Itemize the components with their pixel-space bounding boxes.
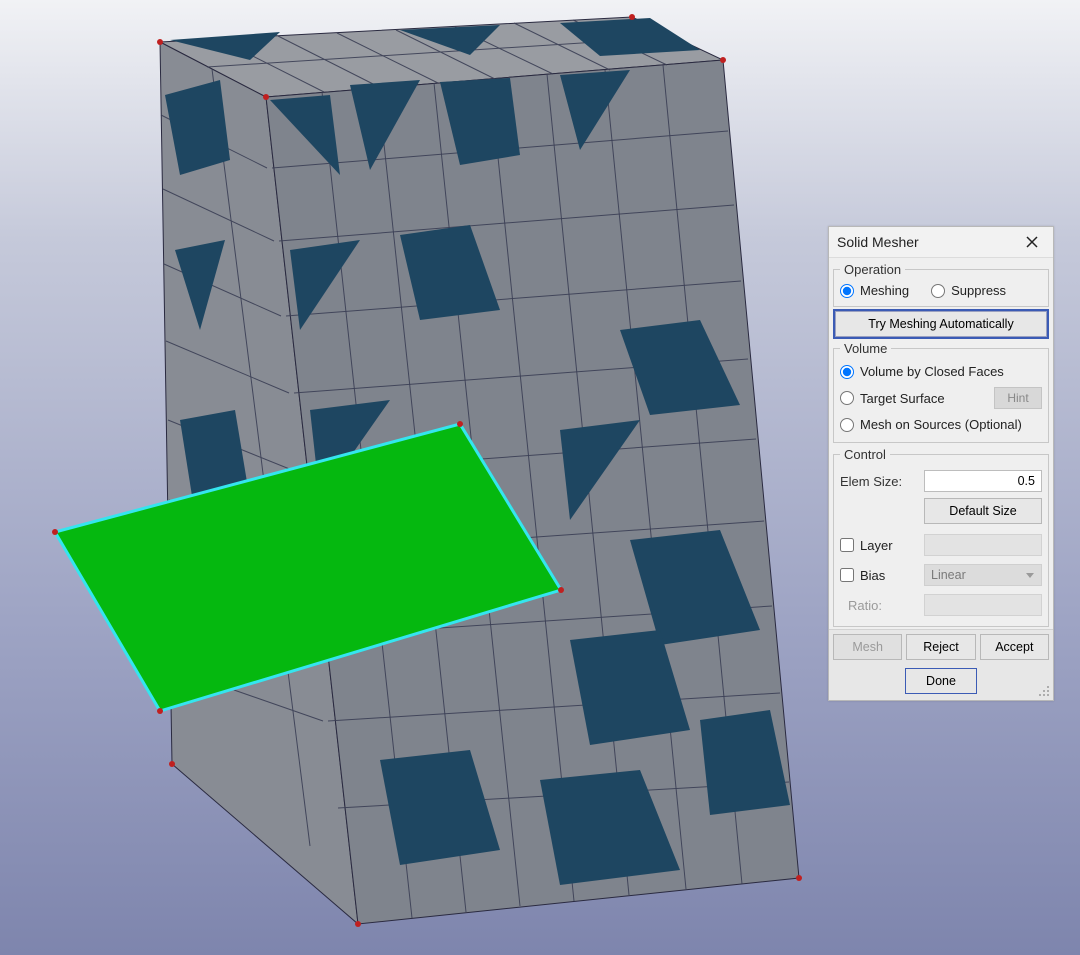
elem-size-input[interactable] — [924, 470, 1042, 492]
check-layer-input[interactable] — [840, 538, 854, 552]
radio-suppress-label: Suppress — [951, 283, 1006, 298]
radio-volume-closed-faces[interactable]: Volume by Closed Faces — [840, 364, 1004, 379]
radio-mesh-on-sources-input[interactable] — [840, 418, 854, 432]
resize-grip-icon[interactable] — [1037, 684, 1051, 698]
try-meshing-automatically-button[interactable]: Try Meshing Automatically — [835, 311, 1047, 337]
hint-button: Hint — [994, 387, 1042, 409]
ratio-input-disabled — [924, 594, 1042, 616]
group-control: Control Elem Size: Default Size Layer Bi… — [833, 447, 1049, 627]
group-operation: Operation Meshing Suppress — [833, 262, 1049, 307]
legend-control: Control — [840, 447, 890, 462]
action-bar: Mesh Reject Accept — [829, 629, 1053, 664]
elem-size-label: Elem Size: — [840, 474, 902, 489]
radio-suppress[interactable]: Suppress — [931, 283, 1006, 298]
solid-mesher-panel: Solid Mesher Operation Meshing Suppress … — [828, 226, 1054, 701]
panel-titlebar[interactable]: Solid Mesher — [829, 227, 1053, 258]
group-volume: Volume Volume by Closed Faces Target Sur… — [833, 341, 1049, 443]
bias-select-value: Linear — [931, 568, 966, 582]
check-layer-label: Layer — [860, 538, 893, 553]
default-size-button[interactable]: Default Size — [924, 498, 1042, 524]
bias-select-disabled: Linear — [924, 564, 1042, 586]
radio-meshing-input[interactable] — [840, 284, 854, 298]
legend-operation: Operation — [840, 262, 905, 277]
radio-target-surface-label: Target Surface — [860, 391, 945, 406]
close-icon[interactable] — [1019, 233, 1045, 251]
radio-mesh-on-sources[interactable]: Mesh on Sources (Optional) — [840, 417, 1022, 432]
legend-volume: Volume — [840, 341, 891, 356]
layer-input-disabled — [924, 534, 1042, 556]
done-row: Done — [829, 664, 1053, 700]
panel-title: Solid Mesher — [837, 234, 919, 250]
radio-suppress-input[interactable] — [931, 284, 945, 298]
radio-target-surface[interactable]: Target Surface — [840, 391, 945, 406]
radio-target-surface-input[interactable] — [840, 391, 854, 405]
radio-mesh-on-sources-label: Mesh on Sources (Optional) — [860, 417, 1022, 432]
check-bias-label: Bias — [860, 568, 885, 583]
check-bias[interactable]: Bias — [840, 568, 885, 583]
done-button[interactable]: Done — [905, 668, 977, 694]
mesh-button: Mesh — [833, 634, 902, 660]
reject-button[interactable]: Reject — [906, 634, 975, 660]
accept-button[interactable]: Accept — [980, 634, 1049, 660]
radio-meshing[interactable]: Meshing — [840, 283, 909, 298]
radio-closed-faces-input[interactable] — [840, 365, 854, 379]
radio-meshing-label: Meshing — [860, 283, 909, 298]
check-layer[interactable]: Layer — [840, 538, 893, 553]
check-bias-input[interactable] — [840, 568, 854, 582]
radio-closed-faces-label: Volume by Closed Faces — [860, 364, 1004, 379]
ratio-label: Ratio: — [840, 598, 882, 613]
